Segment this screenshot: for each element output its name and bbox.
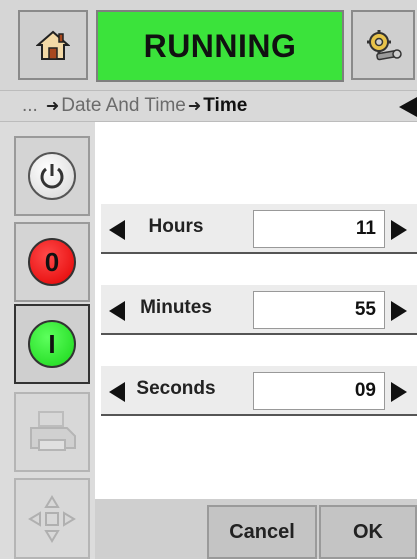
seconds-row: Seconds 09 [101, 366, 417, 416]
navigation-button[interactable] [14, 478, 90, 559]
seconds-label: Seconds [136, 378, 216, 399]
hours-increment-icon[interactable] [391, 220, 407, 240]
status-indicator: RUNNING [96, 10, 344, 82]
breadcrumb-arrow-icon: ➜ [45, 98, 60, 115]
minutes-field[interactable]: 55 [253, 291, 385, 329]
minutes-label: Minutes [140, 297, 212, 318]
breadcrumb-item-date-and-time[interactable]: Date And Time [61, 95, 186, 117]
top-bar: RUNNING [0, 0, 417, 90]
directional-pad-icon [28, 494, 76, 543]
breadcrumb-current-time: Time [203, 95, 248, 116]
left-sidebar: 0 I [0, 122, 95, 559]
time-editor: Hours 11 Minutes 55 Seconds 09 [95, 122, 417, 559]
stop-icon: 0 [28, 238, 76, 286]
printer-icon [30, 411, 76, 451]
time-settings-screen: RUNNING ... ➜ Date And Time ➜ Time 0 I H… [0, 0, 417, 559]
minutes-increment-icon[interactable] [391, 301, 407, 321]
hours-label: Hours [148, 216, 204, 237]
start-icon: I [28, 320, 76, 368]
action-bar: Cancel OK [95, 499, 417, 559]
gear-wrench-icon [367, 30, 402, 61]
breadcrumb: ... ➜ Date And Time ➜ Time [0, 90, 417, 122]
home-icon [36, 30, 70, 60]
cancel-button[interactable]: Cancel [207, 505, 317, 559]
power-icon [28, 152, 76, 200]
start-button[interactable]: I [14, 304, 90, 384]
hours-field[interactable]: 11 [253, 210, 385, 248]
stop-button[interactable]: 0 [14, 222, 90, 302]
power-button[interactable] [14, 136, 90, 216]
breadcrumb-arrow-icon: ➜ [187, 98, 202, 115]
seconds-field[interactable]: 09 [253, 372, 385, 410]
home-button[interactable] [18, 10, 88, 80]
hours-row: Hours 11 [101, 204, 417, 254]
settings-button[interactable] [351, 10, 415, 80]
print-button[interactable] [14, 392, 90, 472]
ok-button[interactable]: OK [319, 505, 417, 559]
seconds-increment-icon[interactable] [391, 382, 407, 402]
breadcrumb-ellipsis: ... [22, 95, 38, 116]
back-arrow-icon[interactable] [399, 97, 417, 117]
minutes-row: Minutes 55 [101, 285, 417, 335]
